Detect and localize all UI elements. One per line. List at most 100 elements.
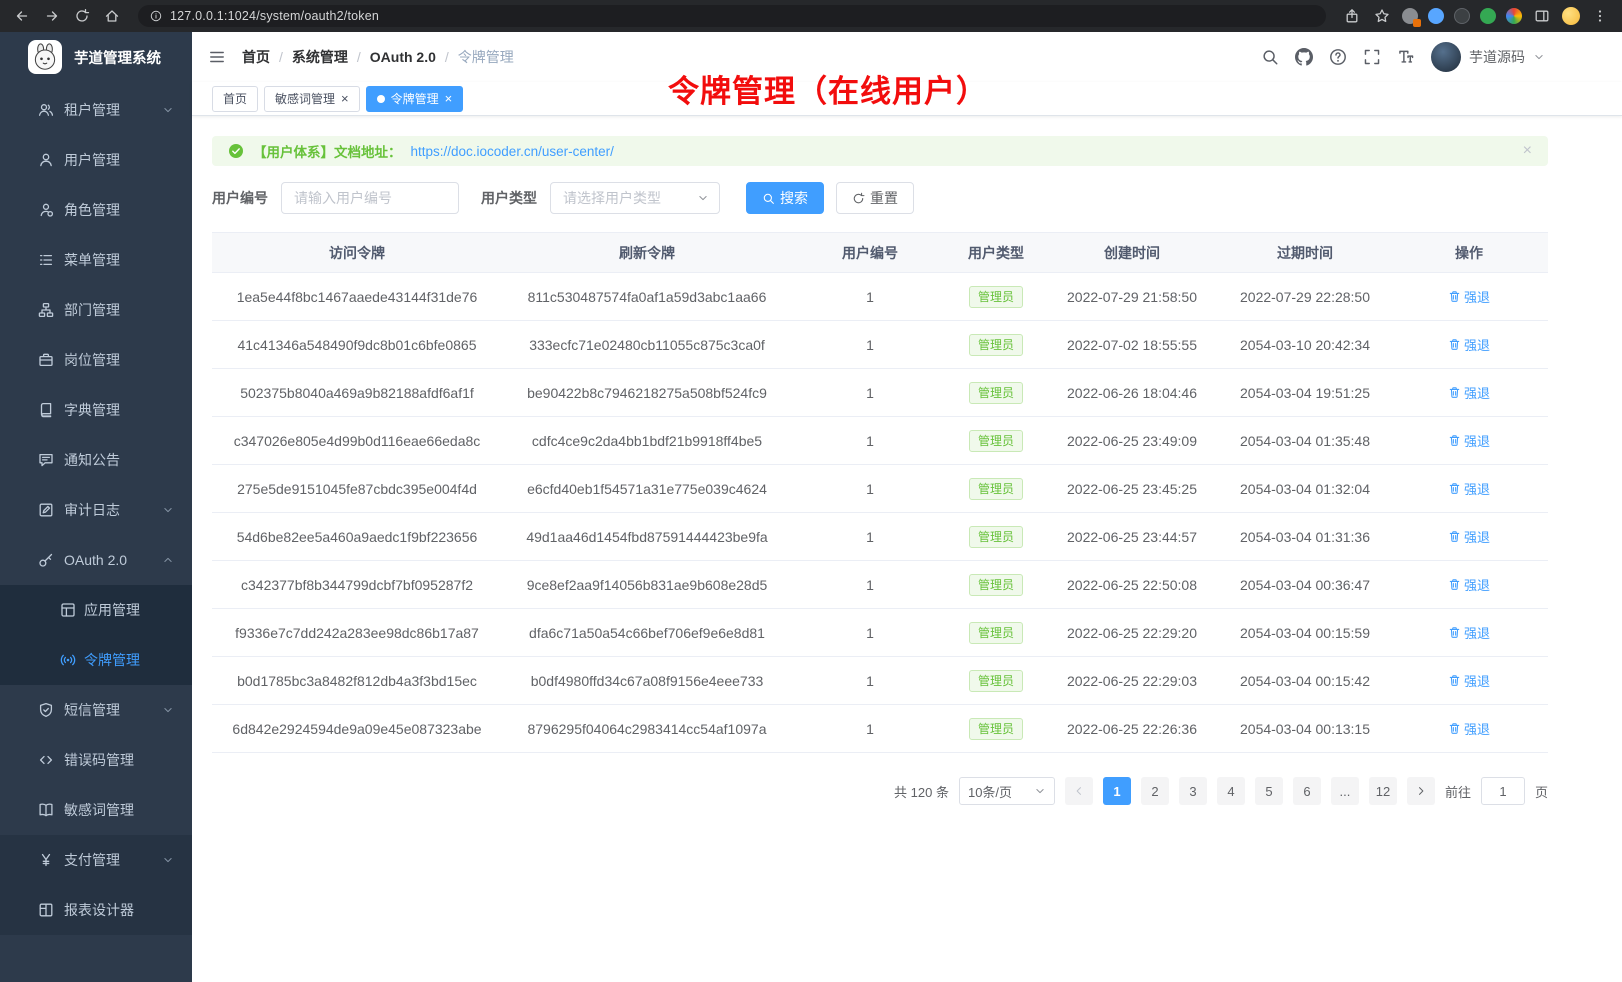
cell-created-at: 2022-06-25 22:26:36 xyxy=(1044,705,1220,753)
sidebar-item-sms[interactable]: 短信管理 xyxy=(0,685,192,735)
force-logout-button[interactable]: 强退 xyxy=(1448,383,1490,402)
extension-icon[interactable] xyxy=(1402,8,1418,24)
cell-expires-at: 2054-03-04 00:13:15 xyxy=(1220,705,1390,753)
user-menu[interactable]: 芋道源码 xyxy=(1431,42,1545,72)
yen-icon xyxy=(38,852,54,868)
force-logout-button[interactable]: 强退 xyxy=(1448,335,1490,354)
sidebar-item-menu[interactable]: 菜单管理 xyxy=(0,235,192,285)
browser-home-button[interactable] xyxy=(102,6,122,26)
tab-close-icon[interactable]: × xyxy=(445,92,453,105)
cell-access-token: b0d1785bc3a8482f812db4a3f3bd15ec xyxy=(212,657,502,705)
sidebar-item-role[interactable]: 角色管理 xyxy=(0,185,192,235)
sidebar-item-user[interactable]: 用户管理 xyxy=(0,135,192,185)
github-icon[interactable] xyxy=(1295,48,1313,66)
browser-forward-button[interactable] xyxy=(42,6,62,26)
force-logout-button[interactable]: 强退 xyxy=(1448,431,1490,450)
breadcrumb-item[interactable]: 首页 xyxy=(242,47,270,67)
font-size-icon[interactable] xyxy=(1397,48,1415,66)
help-icon[interactable] xyxy=(1329,48,1347,66)
force-logout-button[interactable]: 强退 xyxy=(1448,527,1490,546)
tab-oauth2-token[interactable]: 令牌管理× xyxy=(366,86,464,112)
user-id-input[interactable] xyxy=(281,182,459,214)
force-logout-button[interactable]: 强退 xyxy=(1448,575,1490,594)
url-bar[interactable]: 127.0.0.1:1024/system/oauth2/token xyxy=(138,5,1326,27)
force-logout-button[interactable]: 强退 xyxy=(1448,671,1490,690)
doc-alert: 【用户体系】文档地址： https://doc.iocoder.cn/user-… xyxy=(212,136,1548,166)
search-icon[interactable] xyxy=(1261,48,1279,66)
close-icon[interactable]: × xyxy=(1523,143,1532,159)
cell-user-type: 管理员 xyxy=(948,705,1044,753)
cell-created-at: 2022-06-25 23:49:09 xyxy=(1044,417,1220,465)
force-logout-label: 强退 xyxy=(1464,431,1490,450)
cell-user-type: 管理员 xyxy=(948,369,1044,417)
main-area: 首页/系统管理/OAuth 2.0/令牌管理 芋道源码 首页敏感词管理×令牌管理… xyxy=(192,32,1622,982)
goto-page-input[interactable] xyxy=(1481,777,1525,805)
sidebar-item-pay[interactable]: 支付管理 xyxy=(0,835,192,885)
sidebar-item-label: 通知公告 xyxy=(64,450,120,470)
force-logout-button[interactable]: 强退 xyxy=(1448,623,1490,642)
pagination-page-button[interactable]: 1 xyxy=(1103,777,1131,805)
sidebar-item-label: OAuth 2.0 xyxy=(64,552,127,568)
browser-menu-icon[interactable] xyxy=(1590,6,1610,26)
sidebar-item-label: 角色管理 xyxy=(64,200,120,220)
force-logout-button[interactable]: 强退 xyxy=(1448,287,1490,306)
fullscreen-icon[interactable] xyxy=(1363,48,1381,66)
sidebar-item-dept[interactable]: 部门管理 xyxy=(0,285,192,335)
alert-doc-link[interactable]: https://doc.iocoder.cn/user-center/ xyxy=(411,144,614,159)
tab-sensitive-word[interactable]: 敏感词管理× xyxy=(264,86,360,112)
sidebar-item-label: 敏感词管理 xyxy=(64,800,134,820)
browser-back-button[interactable] xyxy=(12,6,32,26)
share-icon[interactable] xyxy=(1342,6,1362,26)
app: 芋道管理系统 租户管理用户管理角色管理菜单管理部门管理岗位管理字典管理通知公告审… xyxy=(0,32,1622,982)
pagination-page-button[interactable]: 5 xyxy=(1255,777,1283,805)
cell-refresh-token: 49d1aa46d1454fbd87591444423be9fa xyxy=(502,513,792,561)
pagination-page-button[interactable]: 2 xyxy=(1141,777,1169,805)
tab-home[interactable]: 首页 xyxy=(212,86,258,112)
extension-icon[interactable] xyxy=(1454,8,1470,24)
reset-button[interactable]: 重置 xyxy=(836,182,914,214)
sidebar-item-report-designer[interactable]: 报表设计器 xyxy=(0,885,192,935)
force-logout-label: 强退 xyxy=(1464,335,1490,354)
extension-icon[interactable] xyxy=(1506,8,1522,24)
force-logout-button[interactable]: 强退 xyxy=(1448,719,1490,738)
sidebar-item-oauth2[interactable]: OAuth 2.0 xyxy=(0,535,192,585)
sidebar-item-sensitive-word[interactable]: 敏感词管理 xyxy=(0,785,192,835)
sidebar-item-audit-log[interactable]: 审计日志 xyxy=(0,485,192,535)
bookmark-star-icon[interactable] xyxy=(1372,6,1392,26)
extension-icon[interactable] xyxy=(1480,8,1496,24)
cell-user-id: 1 xyxy=(792,417,948,465)
pagination-more-button[interactable]: ... xyxy=(1331,777,1359,805)
site-info-icon[interactable] xyxy=(150,10,162,22)
breadcrumb-item[interactable]: 系统管理 xyxy=(292,47,348,67)
sidebar-item-post[interactable]: 岗位管理 xyxy=(0,335,192,385)
page-size-select[interactable]: 10条/页 xyxy=(959,777,1055,805)
browser-profile-avatar[interactable] xyxy=(1562,7,1580,25)
force-logout-button[interactable]: 强退 xyxy=(1448,479,1490,498)
tab-close-icon[interactable]: × xyxy=(341,92,349,105)
pagination-page-button[interactable]: 3 xyxy=(1179,777,1207,805)
extension-icon[interactable] xyxy=(1428,8,1444,24)
hamburger-menu-icon[interactable] xyxy=(208,48,226,66)
search-button[interactable]: 搜索 xyxy=(746,182,824,214)
pagination-page-button[interactable]: 12 xyxy=(1369,777,1397,805)
sidebar-item-dict[interactable]: 字典管理 xyxy=(0,385,192,435)
sidebar-item-tenant[interactable]: 租户管理 xyxy=(0,85,192,135)
app-logo[interactable]: 芋道管理系统 xyxy=(0,32,192,82)
breadcrumb-item[interactable]: OAuth 2.0 xyxy=(370,49,436,65)
pagination-page-button[interactable]: 6 xyxy=(1293,777,1321,805)
cell-expires-at: 2054-03-04 01:35:48 xyxy=(1220,417,1390,465)
sidebar-item-error-code[interactable]: 错误码管理 xyxy=(0,735,192,785)
sidebar-item-notice[interactable]: 通知公告 xyxy=(0,435,192,485)
user-type-select[interactable]: 请选择用户类型 xyxy=(550,182,720,214)
alert-text: 【用户体系】文档地址： xyxy=(253,141,402,161)
cell-expires-at: 2054-03-04 01:31:36 xyxy=(1220,513,1390,561)
side-panel-icon[interactable] xyxy=(1532,6,1552,26)
pagination-page-button[interactable]: 4 xyxy=(1217,777,1245,805)
pagination-prev-button[interactable] xyxy=(1065,777,1093,805)
sidebar-item-oauth2-app[interactable]: 应用管理 xyxy=(0,585,192,635)
cell-created-at: 2022-06-25 22:50:08 xyxy=(1044,561,1220,609)
goto-suffix: 页 xyxy=(1535,782,1548,801)
browser-reload-button[interactable] xyxy=(72,6,92,26)
pagination-next-button[interactable] xyxy=(1407,777,1435,805)
sidebar-item-oauth2-token[interactable]: 令牌管理 xyxy=(0,635,192,685)
